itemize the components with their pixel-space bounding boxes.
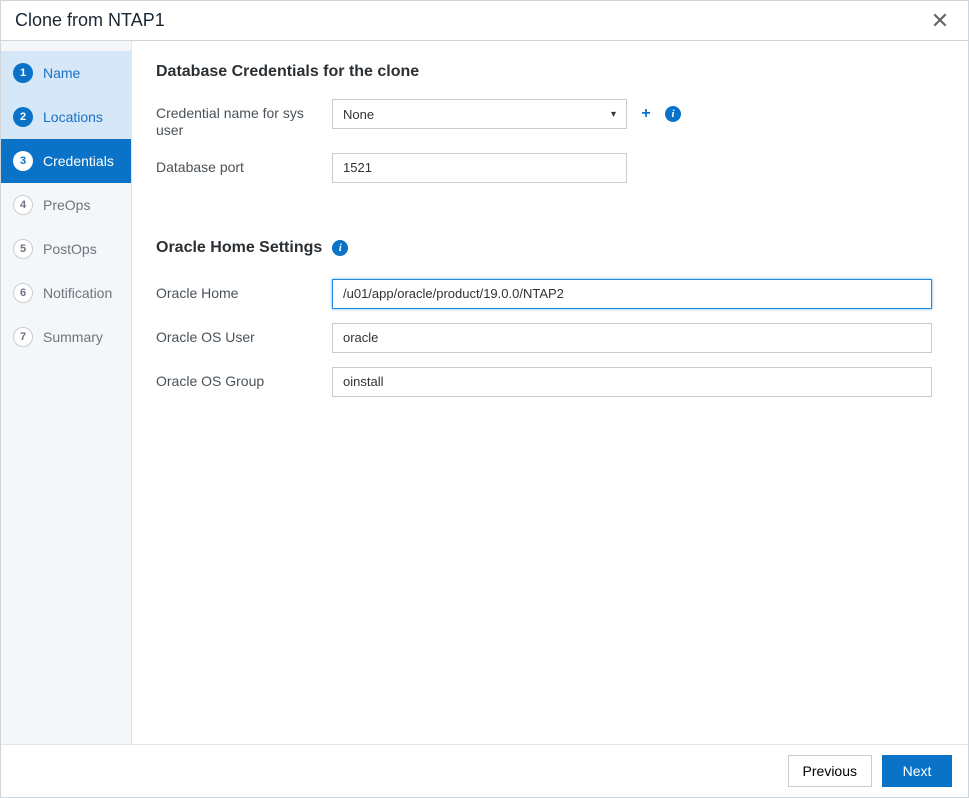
step-label: Notification: [43, 285, 112, 301]
titlebar: Clone from NTAP1 ✕: [1, 1, 968, 41]
step-label: Locations: [43, 109, 103, 125]
info-icon[interactable]: i: [665, 106, 681, 122]
chevron-down-icon: ▾: [611, 109, 616, 120]
step-label: PreOps: [43, 197, 90, 213]
step-number: 7: [13, 327, 33, 347]
plus-icon: +: [641, 105, 650, 122]
step-label: PostOps: [43, 241, 97, 257]
dialog-title: Clone from NTAP1: [15, 10, 165, 31]
step-number: 1: [13, 63, 33, 83]
section-oraclehome-title: Oracle Home Settings: [156, 239, 322, 257]
step-credentials[interactable]: 3 Credentials: [1, 139, 131, 183]
close-icon: ✕: [931, 8, 949, 33]
label-oracle-os-user: Oracle OS User: [156, 323, 332, 346]
controls-oracle-home: [332, 279, 932, 309]
step-number: 3: [13, 151, 33, 171]
database-port-input[interactable]: [332, 153, 627, 183]
credential-select[interactable]: None ▾: [332, 99, 627, 129]
info-icon[interactable]: i: [332, 240, 348, 256]
close-button[interactable]: ✕: [926, 7, 954, 35]
clone-dialog: Clone from NTAP1 ✕ 1 Name 2 Locations 3 …: [0, 0, 969, 798]
label-oracle-home: Oracle Home: [156, 279, 332, 302]
previous-button[interactable]: Previous: [788, 755, 872, 787]
label-credential-name: Credential name for sys user: [156, 99, 332, 139]
oracle-home-input[interactable]: [332, 279, 932, 309]
oracle-os-group-input[interactable]: [332, 367, 932, 397]
row-oracle-os-user: Oracle OS User: [156, 323, 940, 353]
next-button[interactable]: Next: [882, 755, 952, 787]
step-number: 4: [13, 195, 33, 215]
step-number: 6: [13, 283, 33, 303]
wizard-sidebar: 1 Name 2 Locations 3 Credentials 4 PreOp…: [1, 41, 132, 744]
controls-credential-name: None ▾ + i: [332, 99, 681, 129]
credential-select-value: None: [343, 107, 374, 122]
controls-database-port: [332, 153, 627, 183]
step-number: 5: [13, 239, 33, 259]
step-label: Summary: [43, 329, 103, 345]
section-oraclehome-title-wrap: Oracle Home Settings i: [156, 239, 348, 257]
label-oracle-os-group: Oracle OS Group: [156, 367, 332, 390]
step-postops[interactable]: 5 PostOps: [1, 227, 131, 271]
step-notification[interactable]: 6 Notification: [1, 271, 131, 315]
step-label: Name: [43, 65, 80, 81]
add-credential-button[interactable]: +: [637, 105, 655, 123]
dialog-body: 1 Name 2 Locations 3 Credentials 4 PreOp…: [1, 41, 968, 744]
step-preops[interactable]: 4 PreOps: [1, 183, 131, 227]
label-database-port: Database port: [156, 153, 332, 176]
step-summary[interactable]: 7 Summary: [1, 315, 131, 359]
row-oracle-os-group: Oracle OS Group: [156, 367, 940, 397]
main-panel: Database Credentials for the clone Crede…: [132, 41, 968, 744]
row-oracle-home: Oracle Home: [156, 279, 940, 309]
oracle-os-user-input[interactable]: [332, 323, 932, 353]
row-database-port: Database port: [156, 153, 940, 183]
step-label: Credentials: [43, 153, 114, 169]
controls-oracle-os-group: [332, 367, 932, 397]
dialog-footer: Previous Next: [1, 744, 968, 797]
row-credential-name: Credential name for sys user None ▾ + i: [156, 99, 940, 139]
step-number: 2: [13, 107, 33, 127]
step-locations[interactable]: 2 Locations: [1, 95, 131, 139]
section-credentials-title: Database Credentials for the clone: [156, 63, 940, 81]
step-name[interactable]: 1 Name: [1, 51, 131, 95]
controls-oracle-os-user: [332, 323, 932, 353]
